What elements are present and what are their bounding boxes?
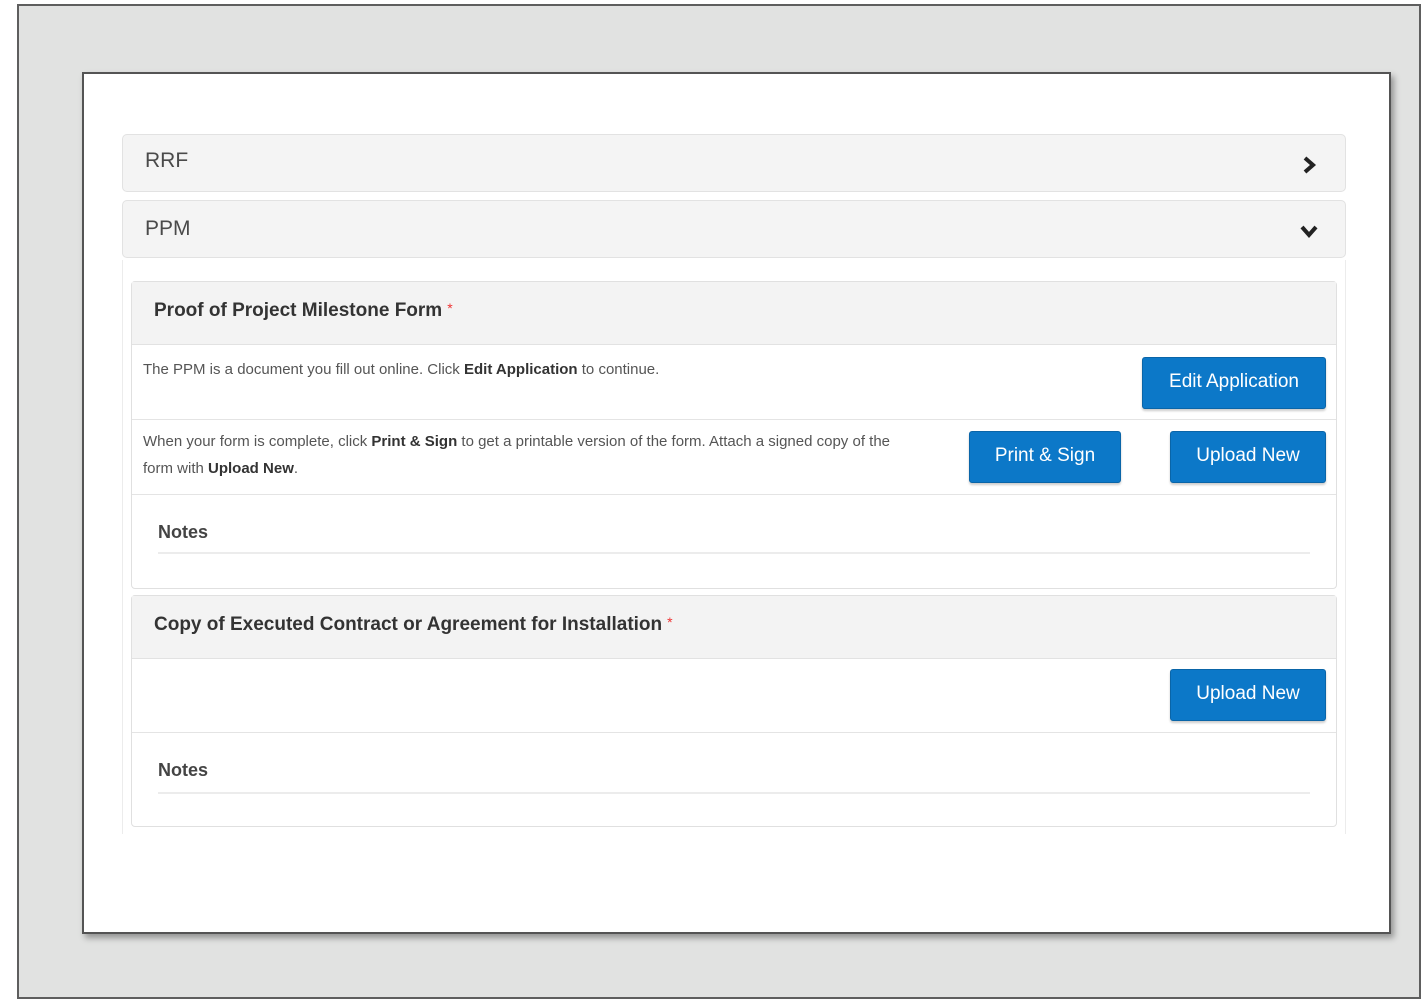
notes-label: Notes — [158, 760, 209, 780]
print-sign-button[interactable]: Print & Sign — [969, 431, 1121, 483]
ppm-form-title: Proof of Project Milestone Form * — [154, 300, 453, 322]
row2-text-c: . — [293, 460, 299, 477]
app-frame: RRF PPM Proof of Project Milestone Form *… — [17, 4, 1421, 999]
ppm-form-card-header: Proof of Project Milestone Form * — [132, 282, 1336, 345]
notes-label: Notes — [158, 522, 209, 542]
row2-text-bold1: Print & Sign — [371, 433, 458, 450]
notes-field[interactable] — [158, 792, 1310, 794]
row-divider — [132, 419, 1336, 420]
contract-title-text: Copy of Executed Contract or Agreement f… — [154, 614, 663, 635]
edit-application-button[interactable]: Edit Application — [1142, 357, 1326, 409]
row-divider — [132, 732, 1336, 733]
document-window: RRF PPM Proof of Project Milestone Form *… — [82, 72, 1391, 934]
row2-text-bold2: Upload New — [208, 460, 294, 477]
accordion-rrf-header[interactable]: RRF — [122, 134, 1346, 192]
row2-text-a: When your form is complete, click — [143, 433, 372, 450]
chevron-right-icon — [1299, 155, 1319, 175]
chevron-down-icon — [1299, 221, 1319, 241]
contract-card-header: Copy of Executed Contract or Agreement f… — [132, 596, 1336, 659]
accordion-ppm-header[interactable]: PPM — [122, 200, 1346, 258]
ppm-form-title-text: Proof of Project Milestone Form — [154, 300, 443, 321]
accordion-rrf-title: RRF — [145, 149, 189, 172]
accordion-ppm-body: Proof of Project Milestone Form * The PPM… — [122, 260, 1346, 834]
upload-new-button[interactable]: Upload New — [1170, 431, 1326, 483]
notes-field[interactable] — [158, 552, 1310, 554]
required-marker: * — [447, 300, 453, 316]
row1-text-a: The PPM is a document you fill out onlin… — [143, 361, 464, 378]
ppm-form-card: Proof of Project Milestone Form * The PPM… — [131, 281, 1337, 589]
accordion-ppm-title: PPM — [145, 217, 191, 240]
row1-text-bold: Edit Application — [463, 361, 578, 378]
row1-text-b: to continue. — [577, 361, 660, 378]
ppm-row1-instructions: The PPM is a document you fill out onlin… — [143, 356, 659, 383]
row-divider — [132, 494, 1336, 495]
contract-card: Copy of Executed Contract or Agreement f… — [131, 595, 1337, 827]
ppm-row2-instructions: When your form is complete, click Print … — [143, 428, 913, 482]
contract-upload-new-button[interactable]: Upload New — [1170, 669, 1326, 721]
contract-title: Copy of Executed Contract or Agreement f… — [154, 614, 673, 636]
required-marker: * — [667, 614, 673, 630]
